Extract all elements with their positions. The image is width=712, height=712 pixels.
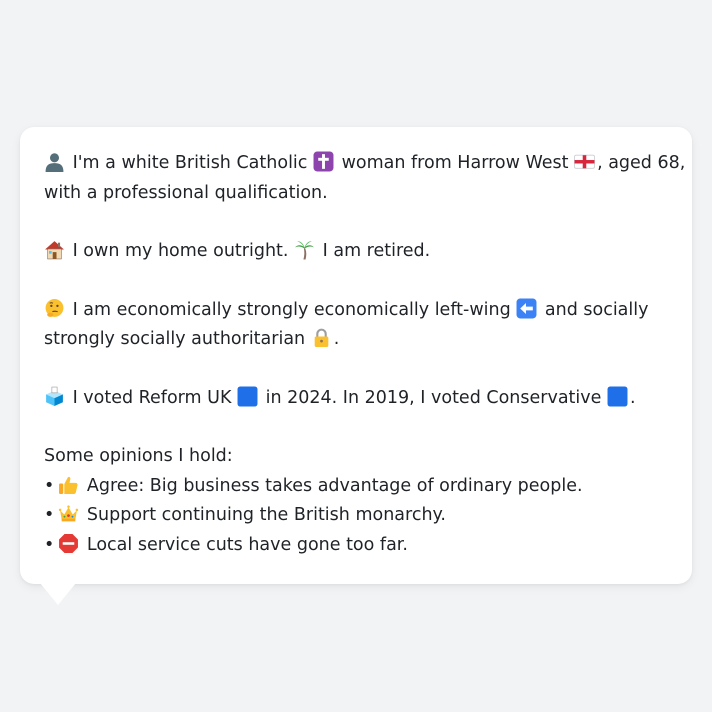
opinion-item: • Support continuing the British monarch… [44, 501, 668, 531]
intro-line-1: I'm a white British Catholic woman from … [44, 149, 685, 179]
opinions-heading: Some opinions I hold: [44, 446, 233, 466]
opinion-text: Support continuing the British monarchy. [86, 505, 446, 525]
england-flag-icon [574, 151, 595, 172]
vote-text-a: I voted Reform UK [72, 387, 232, 408]
home-line: I own my home outright. I am retired. [44, 237, 668, 267]
opinion-item: • Agree: Big business takes advantage of… [44, 472, 668, 502]
social-line: strongly socially authoritarian . [44, 325, 668, 355]
intro-text-d: with a professional qualification. [44, 182, 328, 203]
economics-text-a: I am economically strongly economically … [72, 299, 511, 320]
vote-text-b: in 2024. In 2019, I voted Conservative [265, 387, 602, 408]
stop-sign-icon [58, 533, 79, 554]
palm-tree-icon [294, 239, 315, 260]
social-period: . [333, 329, 340, 349]
vote-period: . [629, 387, 636, 408]
thumbs-up-icon [58, 474, 79, 495]
lock-icon [311, 327, 332, 348]
crown-icon [58, 503, 79, 524]
work-text: I am retired. [322, 241, 431, 261]
latin-cross-icon [313, 151, 334, 172]
intro-text-c: , aged 68, [597, 153, 686, 173]
house-icon [44, 239, 65, 260]
blue-square-icon [607, 386, 628, 407]
social-text: strongly socially authoritarian [44, 329, 306, 349]
thinking-face-icon [44, 298, 65, 319]
bullet: • [44, 475, 55, 496]
opinion-text: Local service cuts have gone too far. [86, 534, 408, 555]
ballot-box-icon [44, 386, 65, 407]
bullet: • [44, 534, 55, 555]
home-text: I own my home outright. [72, 241, 289, 261]
intro-text-b: woman from Harrow West [341, 153, 569, 173]
blue-square-icon [237, 386, 258, 407]
left-arrow-icon [516, 298, 537, 319]
intro-text-a: I'm a white British Catholic [72, 153, 308, 173]
bubble-tail [40, 583, 76, 605]
economics-line-1: I am economically strongly economically … [44, 296, 668, 326]
opinion-text: Agree: Big business takes advantage of o… [86, 475, 583, 496]
vote-line: I voted Reform UK in 2024. In 2019, I vo… [44, 384, 668, 414]
person-icon [44, 151, 65, 172]
intro-line-2: with a professional qualification. [44, 179, 668, 209]
bullet: • [44, 505, 55, 525]
economics-text-b: and socially [544, 299, 649, 320]
opinion-item: • Local service cuts have gone too far. [44, 531, 668, 561]
persona-message-bubble: I'm a white British Catholic woman from … [20, 127, 692, 584]
